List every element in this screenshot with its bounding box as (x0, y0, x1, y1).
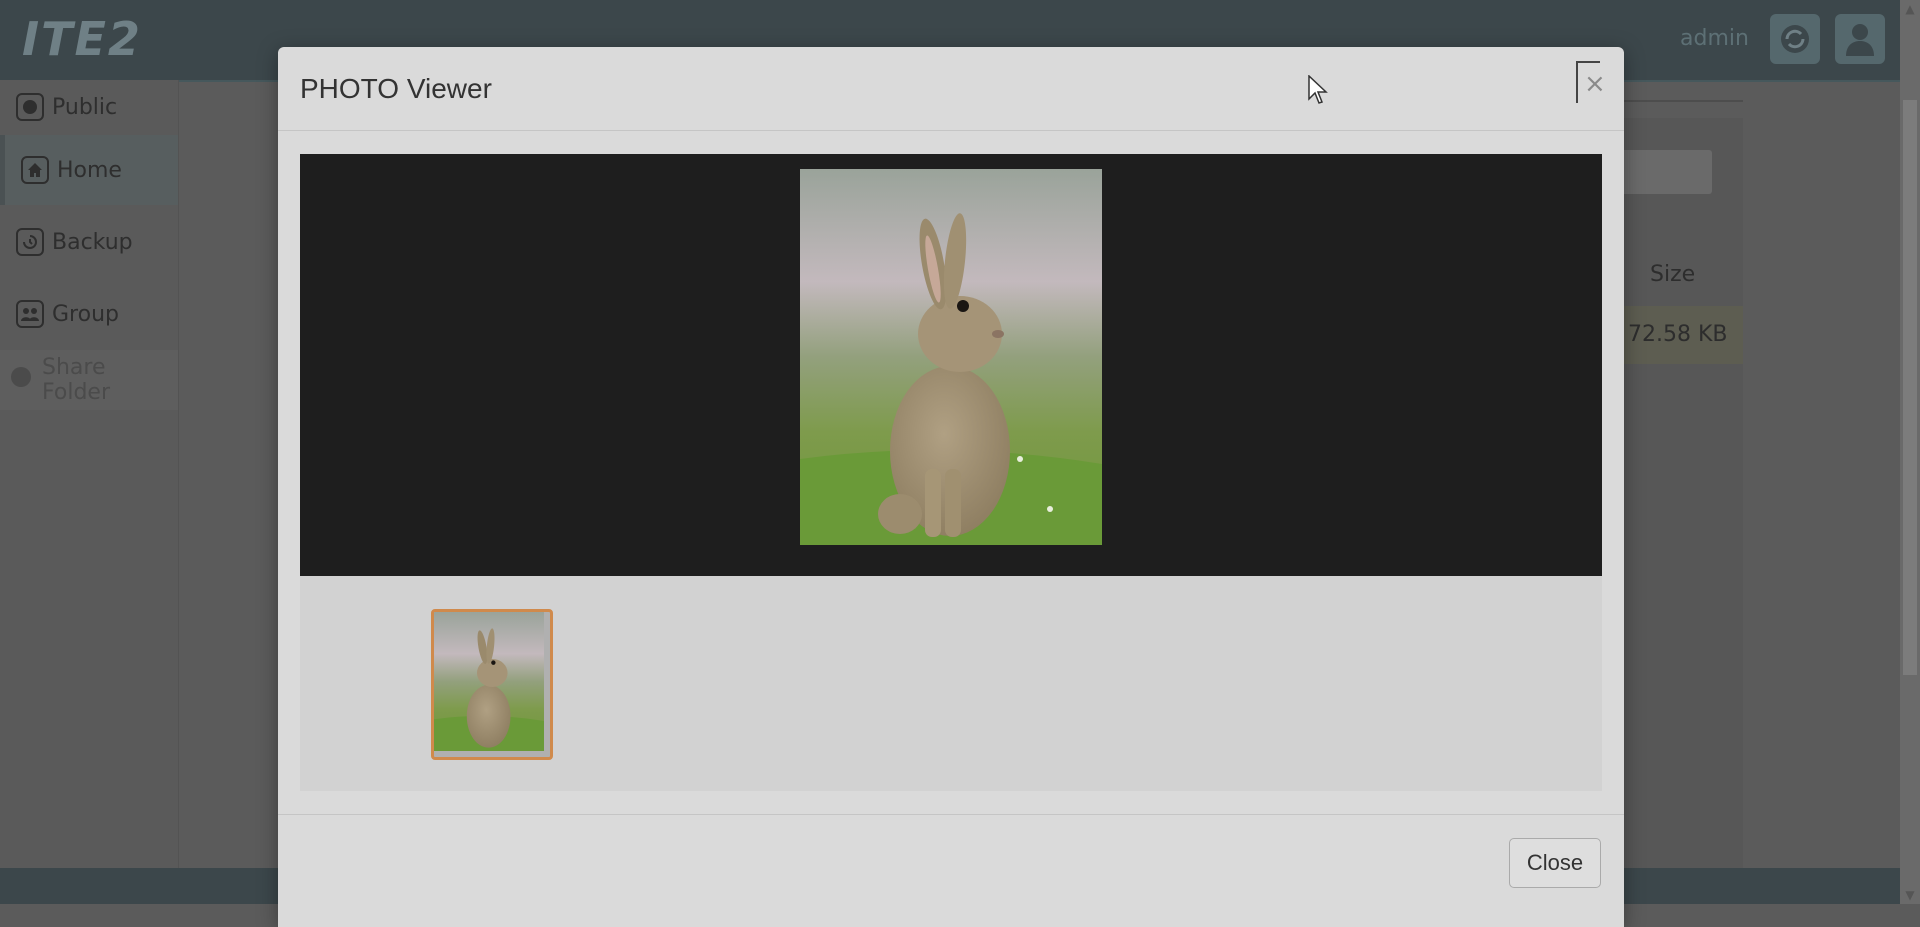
scroll-down-arrow-icon[interactable]: ▼ (1903, 888, 1917, 902)
modal-title: PHOTO Viewer (300, 73, 492, 104)
rabbit-photo-image (800, 169, 1102, 545)
sidebar-item-label: Backup (52, 229, 133, 255)
scroll-up-arrow-icon[interactable]: ▲ (1903, 2, 1917, 16)
divider (278, 814, 1624, 815)
mouse-cursor-icon (1308, 74, 1328, 109)
refresh-icon (1781, 25, 1809, 53)
thumbnail-strip (300, 576, 1602, 791)
backup-icon (16, 228, 44, 256)
close-button[interactable]: Close (1509, 838, 1601, 888)
user-menu-button[interactable] (1835, 14, 1885, 64)
size-column-header[interactable]: Size (1650, 262, 1695, 287)
rabbit-thumbnail-image (434, 612, 544, 751)
app-logo[interactable]: ITE2 (22, 14, 142, 64)
photo-stage (300, 154, 1602, 576)
sidebar-item-share-folder[interactable]: Share Folder (0, 350, 178, 410)
group-icon (16, 300, 44, 328)
sidebar: Public Home Backup Group Share Folder (0, 80, 179, 868)
user-name[interactable]: admin (1680, 26, 1749, 51)
photo-thumbnail[interactable] (431, 609, 553, 760)
sidebar-item-group[interactable]: Group (0, 279, 178, 349)
main-photo[interactable] (800, 169, 1102, 545)
close-icon: × (1584, 69, 1606, 99)
sidebar-item-home[interactable]: Home (0, 135, 178, 205)
share-icon (10, 366, 32, 394)
sidebar-item-backup[interactable]: Backup (0, 207, 178, 277)
modal-close-button[interactable]: × (1576, 61, 1606, 103)
sidebar-item-label: Group (52, 301, 119, 327)
user-icon (1846, 24, 1874, 56)
globe-icon (16, 93, 44, 121)
file-size-cell: 72.58 KB (1628, 322, 1728, 347)
sidebar-item-label: Public (52, 94, 118, 120)
photo-viewer-modal: PHOTO Viewer × Close (278, 47, 1624, 927)
refresh-button[interactable] (1770, 14, 1820, 64)
sidebar-item-label: Home (57, 157, 122, 183)
search-input[interactable] (1610, 150, 1712, 194)
divider (278, 130, 1624, 131)
home-icon (21, 156, 49, 184)
scrollbar-thumb[interactable] (1903, 100, 1917, 675)
sidebar-item-label: Share Folder (42, 355, 110, 405)
sidebar-item-public[interactable]: Public (0, 72, 178, 142)
